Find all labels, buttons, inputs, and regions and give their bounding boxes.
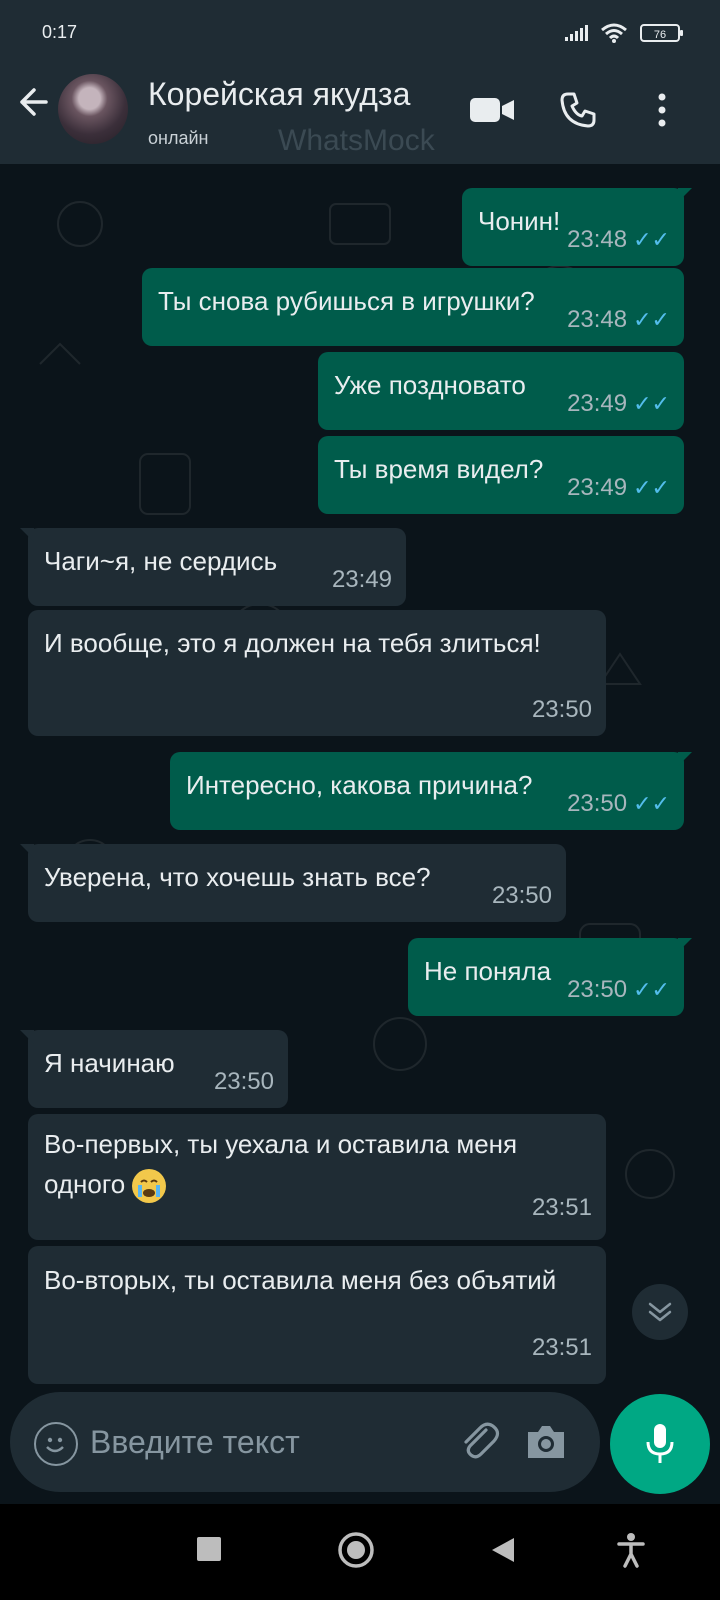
message-bubble-incoming[interactable]: Во-вторых, ты оставила меня без объятий …	[28, 1246, 606, 1384]
message-text: Во-вторых, ты оставила меня без объятий	[44, 1265, 557, 1295]
accessibility-icon	[617, 1533, 645, 1568]
message-meta: 23:49	[332, 566, 392, 594]
message-bubble-incoming[interactable]: Чаги~я, не сердись 23:49	[20, 528, 406, 606]
message-meta: 23:49 ✓✓	[567, 474, 670, 502]
message-time: 23:49	[567, 390, 628, 417]
message-time: 23:48	[567, 306, 628, 333]
message-text: Чонин!	[478, 206, 561, 236]
back-button[interactable]	[490, 1536, 516, 1569]
message-text: И вообще, это я должен на тебя злиться!	[44, 628, 541, 658]
square-icon	[197, 1537, 221, 1561]
message-bubble-outgoing[interactable]: Не поняла 23:50 ✓✓	[408, 938, 692, 1016]
video-camera-icon[interactable]	[468, 86, 516, 134]
phone-icon[interactable]	[554, 86, 602, 134]
message-meta: 23:50	[532, 696, 592, 724]
scroll-to-bottom-button[interactable]	[632, 1284, 688, 1340]
read-receipt-icon: ✓✓	[633, 475, 670, 500]
chat-header: Корейская якудза онлайн WhatsMock	[0, 56, 720, 164]
crying-face-icon	[132, 1169, 167, 1204]
message-meta: 23:50 ✓✓	[567, 976, 670, 1004]
camera-icon[interactable]	[524, 1422, 568, 1467]
status-bar: 0:17 76	[0, 0, 720, 56]
message-meta: 23:48 ✓✓	[567, 226, 670, 254]
bubble-tail	[678, 752, 692, 766]
read-receipt-icon: ✓✓	[633, 977, 670, 1002]
chat-area[interactable]: Чонин! 23:48 ✓✓ Ты снова рубишься в игру…	[0, 164, 720, 1384]
wifi-icon	[601, 23, 627, 43]
message-text: Чаги~я, не сердись	[44, 546, 278, 576]
message-bubble-outgoing[interactable]: Ты время видел? 23:49 ✓✓	[318, 436, 684, 514]
message-input-placeholder: Введите текст	[90, 1424, 300, 1460]
message-meta: 23:50	[492, 882, 552, 910]
bubble-tail	[678, 188, 692, 202]
status-time: 0:17	[42, 22, 78, 42]
paperclip-icon[interactable]	[456, 1420, 500, 1469]
message-text: Во-первых, ты уехала и оставила меня одн…	[44, 1129, 518, 1199]
message-time: 23:50	[567, 790, 628, 817]
message-meta: 23:48 ✓✓	[567, 306, 670, 334]
triangle-back-icon	[492, 1538, 514, 1562]
message-time: 23:51	[531, 1334, 592, 1361]
recent-apps-button[interactable]	[196, 1536, 222, 1567]
microphone-icon	[646, 1424, 674, 1463]
signal-icon	[565, 25, 588, 41]
status-icons: 76	[565, 22, 683, 44]
message-input[interactable]: Введите текст	[10, 1392, 600, 1492]
message-bubble-incoming[interactable]: Уверена, что хочешь знать все? 23:50	[20, 844, 566, 922]
back-arrow-icon[interactable]	[14, 84, 54, 124]
message-time: 23:50	[491, 882, 552, 909]
message-time: 23:50	[213, 1068, 274, 1095]
microphone-button[interactable]	[610, 1394, 710, 1494]
read-receipt-icon: ✓✓	[633, 227, 670, 252]
watermark: WhatsMock	[278, 124, 435, 157]
read-receipt-icon: ✓✓	[633, 791, 670, 816]
contact-status: онлайн	[148, 128, 209, 148]
message-time: 23:48	[567, 226, 628, 253]
message-text: Уверена, что хочешь знать все?	[44, 862, 431, 892]
home-circle-icon	[338, 1532, 374, 1568]
message-text: Я начинаю	[44, 1048, 175, 1078]
chevron-double-down-icon	[648, 1302, 672, 1322]
message-meta: 23:49 ✓✓	[567, 390, 670, 418]
bubble-tail	[20, 844, 34, 858]
more-vertical-icon[interactable]	[638, 86, 686, 134]
message-text: Ты снова рубишься в игрушки?	[158, 286, 535, 316]
emoji-icon[interactable]	[34, 1422, 78, 1466]
message-time: 23:50	[567, 976, 628, 1003]
message-meta: 23:51	[532, 1188, 592, 1228]
contact-avatar[interactable]	[58, 74, 128, 144]
message-time: 23:50	[531, 696, 592, 723]
message-bubble-incoming[interactable]: И вообще, это я должен на тебя злиться! …	[28, 610, 606, 736]
message-bubble-outgoing[interactable]: Ты снова рубишься в игрушки? 23:48 ✓✓	[142, 268, 684, 346]
message-text: Не поняла	[424, 956, 552, 986]
accessibility-button[interactable]	[616, 1532, 646, 1573]
bubble-tail	[20, 528, 34, 542]
read-receipt-icon: ✓✓	[633, 391, 670, 416]
read-receipt-icon: ✓✓	[633, 307, 670, 332]
contact-name[interactable]: Корейская якудза	[148, 76, 410, 113]
bubble-tail	[678, 938, 692, 952]
message-time: 23:49	[331, 566, 392, 593]
bubble-tail	[20, 1030, 34, 1044]
message-composer: Введите текст	[0, 1384, 720, 1504]
message-meta: 23:51	[532, 1324, 592, 1372]
battery-icon: 76	[640, 24, 683, 42]
message-text: Уже поздновато	[334, 370, 526, 400]
home-button[interactable]	[336, 1530, 376, 1575]
system-navigation-bar	[0, 1504, 720, 1600]
message-bubble-incoming[interactable]: Во-первых, ты уехала и оставила меня одн…	[28, 1114, 606, 1240]
message-bubble-incoming[interactable]: Я начинаю 23:50	[20, 1030, 288, 1108]
message-time: 23:49	[567, 474, 628, 501]
message-text: Интересно, какова причина?	[186, 770, 533, 800]
message-bubble-outgoing[interactable]: Интересно, какова причина? 23:50 ✓✓	[170, 752, 692, 830]
message-bubble-outgoing[interactable]: Чонин! 23:48 ✓✓	[462, 188, 692, 266]
message-meta: 23:50	[214, 1068, 274, 1096]
message-bubble-outgoing[interactable]: Уже поздновато 23:49 ✓✓	[318, 352, 684, 430]
message-meta: 23:50 ✓✓	[567, 790, 670, 818]
message-text: Ты время видел?	[334, 454, 544, 484]
message-time: 23:51	[531, 1194, 592, 1221]
